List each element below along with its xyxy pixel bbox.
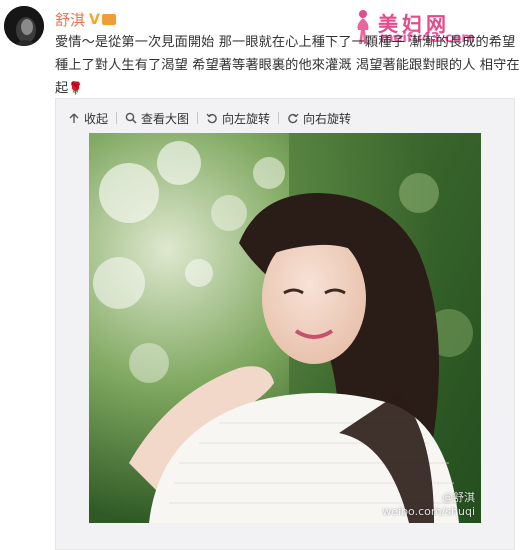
post-text-line-3: 起🌹: [55, 77, 515, 101]
toolbar-divider: [116, 112, 118, 124]
collapse-label: 收起: [84, 111, 109, 126]
rotate-left-label: 向左旋转: [222, 111, 271, 126]
rotate-right-icon: [288, 113, 299, 124]
avatar[interactable]: [4, 6, 44, 46]
rotate-left-icon: [206, 113, 217, 124]
arrow-up-icon: [69, 113, 79, 123]
post-photo[interactable]: @舒淇 weibo.com/shuqi: [89, 133, 481, 523]
view-large-label: 查看大图: [141, 111, 190, 126]
rotate-left-button[interactable]: 向左旋转: [206, 110, 270, 127]
media-expanded-panel: 收起 查看大图 向左旋转 向右旋转 @舒淇 weibo.com/shuqi: [55, 98, 515, 550]
post-text-line-2: 種上了對人生有了渴望 希望著等著眼裏的他來灌溉 渴望著能跟對眼的人 相守在一: [55, 57, 520, 73]
magnifier-icon: [125, 112, 137, 124]
post-text-line-3-text: 起: [55, 81, 69, 96]
photo-watermark-url: weibo.com/shuqi: [382, 505, 475, 518]
post-author: 舒淇 V: [55, 9, 116, 30]
collapse-button[interactable]: 收起: [68, 110, 108, 127]
avatar-image: [4, 6, 44, 46]
rose-emoji-icon: 🌹: [68, 81, 84, 95]
verified-badge-icon: V: [89, 12, 100, 28]
view-large-button[interactable]: 查看大图: [125, 110, 189, 127]
member-crown-icon: [101, 14, 116, 25]
username-link[interactable]: 舒淇: [55, 11, 85, 29]
toolbar-divider: [197, 112, 199, 124]
photo-watermark-name: @舒淇: [442, 491, 475, 504]
post-text-line-1: 愛情～是從第一次見面開始 那一眼就在心上種下了一顆種子 漸漸的長成的希望 ～: [55, 35, 520, 50]
media-toolbar: 收起 查看大图 向左旋转 向右旋转: [68, 110, 351, 126]
photo-watermark: @舒淇 weibo.com/shuqi: [382, 491, 475, 519]
photo-image: [89, 133, 481, 523]
rotate-right-button[interactable]: 向右旋转: [287, 110, 351, 127]
rotate-right-label: 向右旋转: [303, 111, 352, 126]
toolbar-divider: [278, 112, 280, 124]
post-body: 愛情～是從第一次見面開始 那一眼就在心上種下了一顆種子 漸漸的長成的希望 ～ 種…: [55, 32, 520, 101]
